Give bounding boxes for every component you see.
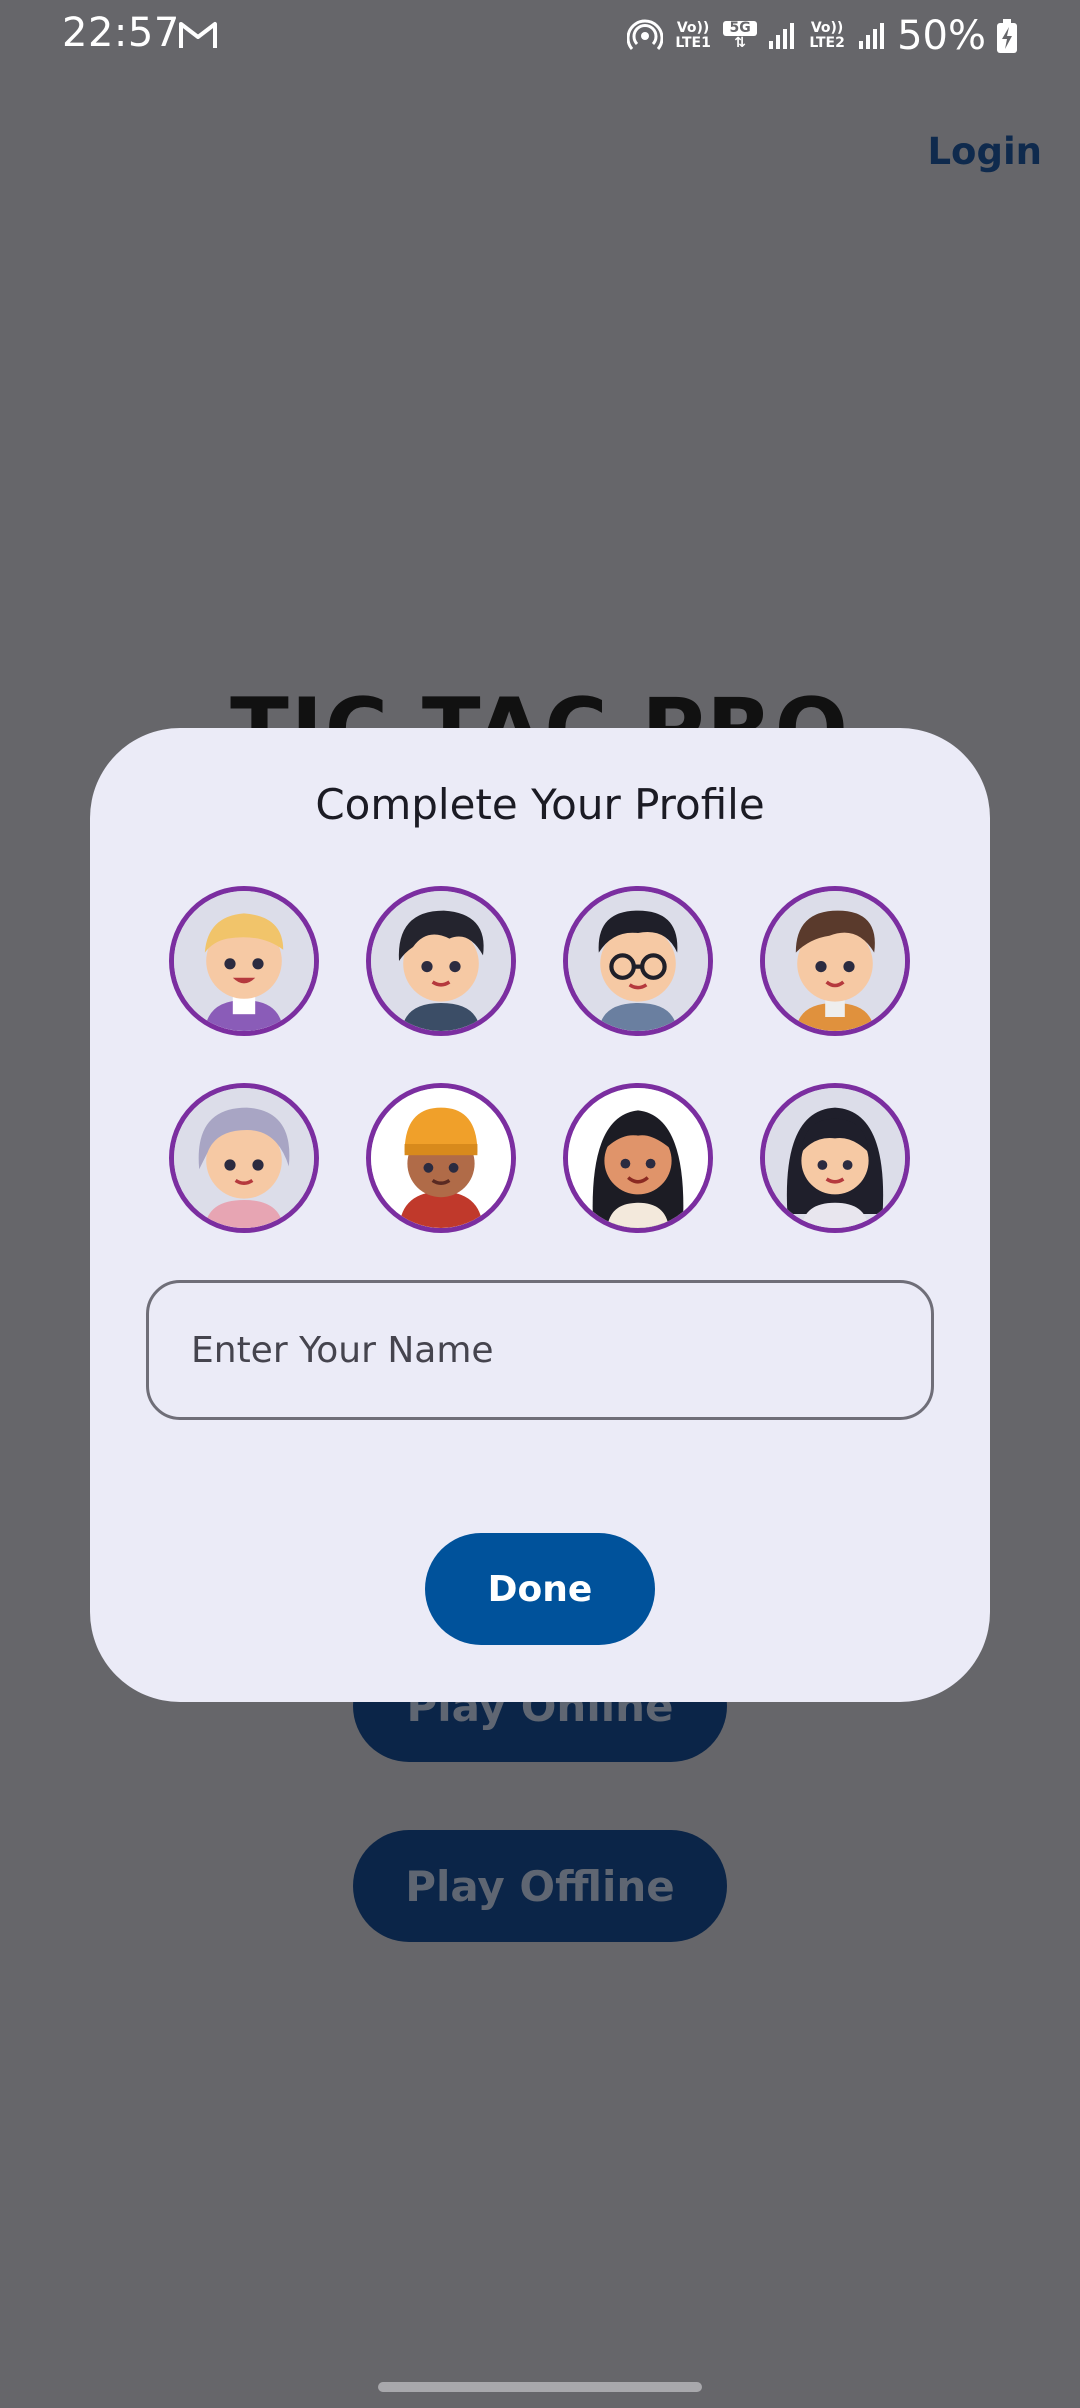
girl-long-hair-avatar-icon: [568, 1088, 708, 1228]
avatar-option-3[interactable]: [563, 886, 713, 1036]
boy-black-hair-avatar-icon: [371, 891, 511, 1031]
status-bar: 22:57 Vo)) LTE1 5G ⇅ Vo)) LTE2 50%: [0, 0, 1080, 72]
avatar-option-4[interactable]: [760, 886, 910, 1036]
status-time: 22:57: [62, 10, 180, 56]
battery-charging-icon: [997, 19, 1017, 53]
avatar-option-7[interactable]: [563, 1083, 713, 1233]
status-icons: Vo)) LTE1 5G ⇅ Vo)) LTE2 50%: [627, 12, 1018, 60]
battery-percent: 50%: [897, 13, 986, 59]
signal-icon-sim2: [859, 23, 885, 49]
login-link[interactable]: Login: [927, 130, 1042, 173]
avatar-option-2[interactable]: [366, 886, 516, 1036]
avatar-option-1[interactable]: [169, 886, 319, 1036]
home-indicator[interactable]: [378, 2382, 702, 2392]
play-offline-button[interactable]: Play Offline: [353, 1830, 727, 1942]
name-input[interactable]: [146, 1280, 934, 1420]
boy-brown-hair-avatar-icon: [765, 891, 905, 1031]
girl-black-hair-avatar-icon: [765, 1088, 905, 1228]
sim2-indicator: Vo)) LTE2: [809, 20, 845, 51]
complete-profile-dialog: Complete Your Profile Enter Your Name Do…: [90, 728, 990, 1702]
boy-blond-avatar-icon: [174, 891, 314, 1031]
avatar-option-5[interactable]: [169, 1083, 319, 1233]
done-button[interactable]: Done: [425, 1533, 655, 1645]
boy-glasses-avatar-icon: [568, 891, 708, 1031]
avatar-option-6[interactable]: [366, 1083, 516, 1233]
gmail-icon: [179, 22, 217, 48]
dialog-title: Complete Your Profile: [315, 780, 765, 829]
signal-icon-sim1: [769, 23, 795, 49]
avatar-option-8[interactable]: [760, 1083, 910, 1233]
data-arrows-icon: ⇅: [734, 35, 746, 51]
child-gray-hair-avatar-icon: [174, 1088, 314, 1228]
hotspot-icon: [627, 19, 664, 50]
network-5g-indicator: 5G ⇅: [723, 21, 758, 51]
child-beanie-avatar-icon: [371, 1088, 511, 1228]
sim1-indicator: Vo)) LTE1: [675, 20, 711, 51]
